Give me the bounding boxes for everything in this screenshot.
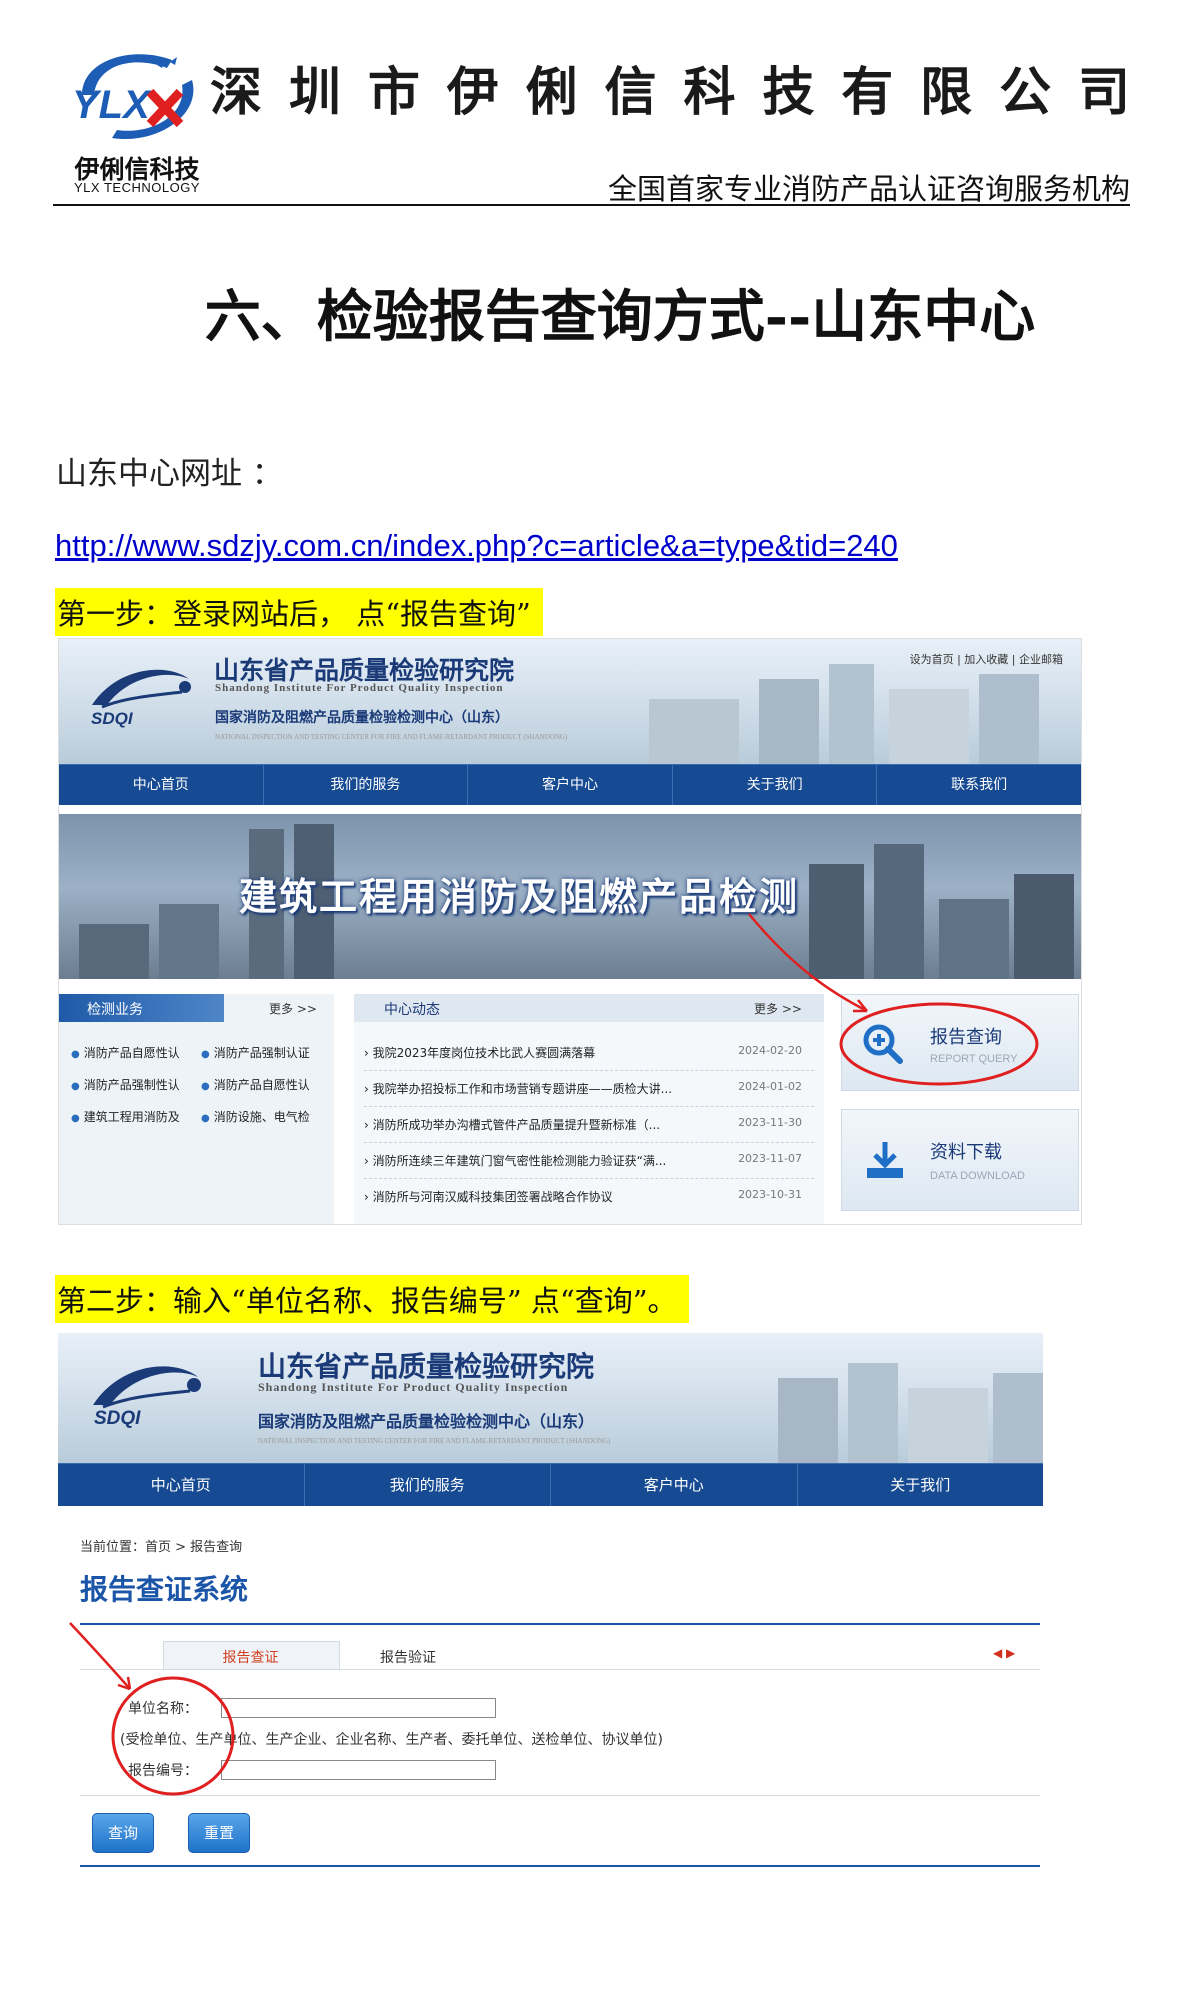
company-logo: YLX — [62, 40, 212, 160]
company-char: 科 — [683, 62, 736, 123]
company-char: 信 — [604, 62, 657, 123]
step-one-instruction: 第一步：登录网站后， 点“报告查询” — [55, 588, 543, 636]
company-char: 圳 — [288, 62, 341, 123]
header-divider — [53, 204, 1130, 206]
company-char: 限 — [920, 62, 973, 123]
document-title: 六、检验报告查询方式--山东中心 — [204, 284, 1036, 350]
company-char: 俐 — [525, 62, 578, 123]
step-two-instruction: 第二步：输入“单位名称、报告编号” 点“查询”。 — [55, 1275, 689, 1323]
svg-text:YLX: YLX — [72, 83, 152, 127]
company-char: 伊 — [446, 62, 499, 123]
company-name: 深 圳 市 伊 俐 信 科 技 有 限 公 司 — [210, 50, 1130, 125]
logo-english-name: YLX TECHNOLOGY — [74, 180, 200, 195]
company-char: 技 — [762, 62, 815, 123]
company-char: 有 — [841, 62, 894, 123]
company-char: 市 — [367, 62, 420, 123]
url-label: 山东中心网址 ： — [56, 456, 283, 492]
company-char: 深 — [210, 62, 263, 123]
red-annotation-overlay — [69, 1622, 235, 1796]
company-char: 司 — [1077, 62, 1130, 123]
website-homepage-screenshot: SDQI 山东省产品质量检验研究院 Shandong Institute For… — [58, 638, 1082, 1225]
company-char: 公 — [999, 62, 1052, 123]
report-query-page-screenshot: SDQI 山东省产品质量检验研究院 Shandong Institute For… — [58, 1333, 1043, 1868]
red-annotation-overlay — [748, 913, 1039, 1086]
center-website-link[interactable]: http://www.sdzjy.com.cn/index.php?c=arti… — [55, 528, 898, 564]
company-tagline: 全国首家专业消防产品认证咨询服务机构 — [607, 172, 1130, 206]
